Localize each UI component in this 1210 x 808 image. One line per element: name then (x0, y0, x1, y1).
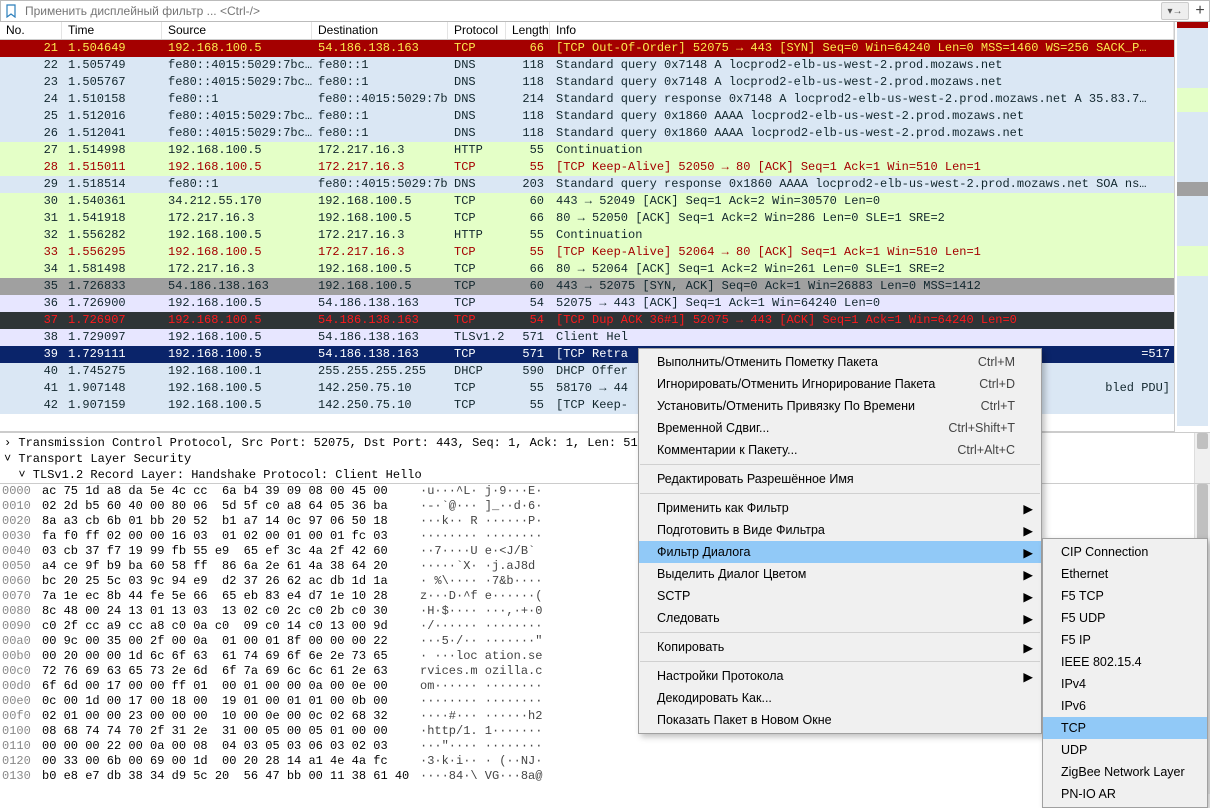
packet-row[interactable]: 331.556295192.168.100.5172.217.16.3TCP55… (0, 244, 1174, 261)
packet-row[interactable]: 271.514998192.168.100.5172.217.16.3HTTP5… (0, 142, 1174, 159)
submenu-item[interactable]: F5 TCP (1043, 585, 1207, 607)
context-menu-item[interactable]: Применить как Фильтр▶ (639, 497, 1041, 519)
packet-row[interactable]: 381.729097192.168.100.554.186.138.163TLS… (0, 329, 1174, 346)
packet-row[interactable]: 221.505749fe80::4015:5029:7bc…fe80::1DNS… (0, 57, 1174, 74)
hex-row[interactable]: 011000 00 00 22 00 0a 00 08 04 03 05 03 … (2, 739, 1208, 754)
submenu-item[interactable]: ZigBee Network Layer (1043, 761, 1207, 783)
packet-row[interactable]: 341.581498172.217.16.3192.168.100.5TCP66… (0, 261, 1174, 278)
packet-row[interactable]: 301.54036134.212.55.170192.168.100.5TCP6… (0, 193, 1174, 210)
submenu-item[interactable]: IEEE 802.15.4 (1043, 651, 1207, 673)
packet-row[interactable]: 291.518514fe80::1fe80::4015:5029:7bc…DNS… (0, 176, 1174, 193)
submenu-item[interactable]: UDP (1043, 739, 1207, 761)
context-menu-item[interactable]: Подготовить в Виде Фильтра▶ (639, 519, 1041, 541)
packet-row[interactable]: 261.512041fe80::4015:5029:7bc…fe80::1DNS… (0, 125, 1174, 142)
context-menu-item[interactable]: Редактировать Разрешённое Имя (639, 468, 1041, 490)
bookmark-icon[interactable] (1, 1, 21, 21)
submenu-item[interactable]: IPv4 (1043, 673, 1207, 695)
context-menu-item[interactable]: Настройки Протокола▶ (639, 665, 1041, 687)
col-info[interactable]: Info (550, 22, 1174, 39)
col-no[interactable]: No. (0, 22, 62, 39)
context-menu-item[interactable]: Выделить Диалог Цветом▶ (639, 563, 1041, 585)
filter-apply-button[interactable]: ▾→ (1161, 2, 1189, 20)
packet-row[interactable]: 361.726900192.168.100.554.186.138.163TCP… (0, 295, 1174, 312)
context-menu-item[interactable]: Показать Пакет в Новом Окне (639, 709, 1041, 731)
packet-context-menu: Выполнить/Отменить Пометку ПакетаCtrl+MИ… (638, 348, 1042, 734)
context-menu-item[interactable]: Временной Сдвиг...Ctrl+Shift+T (639, 417, 1041, 439)
col-src[interactable]: Source (162, 22, 312, 39)
filter-add-button[interactable]: + (1191, 2, 1209, 20)
col-dst[interactable]: Destination (312, 22, 448, 39)
packet-row[interactable]: 281.515011192.168.100.5172.217.16.3TCP55… (0, 159, 1174, 176)
packet-list-header: No. Time Source Destination Protocol Len… (0, 22, 1174, 40)
packet-minimap[interactable] (1174, 22, 1210, 432)
packet-row[interactable]: 251.512016fe80::4015:5029:7bc…fe80::1DNS… (0, 108, 1174, 125)
context-menu-item[interactable]: Копировать▶ (639, 636, 1041, 658)
context-menu-item[interactable]: Выполнить/Отменить Пометку ПакетаCtrl+M (639, 351, 1041, 373)
hex-row[interactable]: 012000 33 00 6b 00 69 00 1d 00 20 28 14 … (2, 754, 1208, 769)
context-menu-item[interactable]: Следовать▶ (639, 607, 1041, 629)
submenu-item[interactable]: IPv6 (1043, 695, 1207, 717)
packet-row[interactable]: 211.504649192.168.100.554.186.138.163TCP… (0, 40, 1174, 57)
context-menu-item[interactable]: Фильтр Диалога▶ (639, 541, 1041, 563)
packet-row[interactable]: 371.726907192.168.100.554.186.138.163TCP… (0, 312, 1174, 329)
packet-row[interactable]: 311.541918172.217.16.3192.168.100.5TCP66… (0, 210, 1174, 227)
submenu-item[interactable]: F5 IP (1043, 629, 1207, 651)
col-len[interactable]: Length (506, 22, 550, 39)
conversation-filter-submenu: CIP ConnectionEthernetF5 TCPF5 UDPF5 IPI… (1042, 538, 1208, 808)
details-scrollbar[interactable] (1194, 433, 1210, 483)
submenu-item[interactable]: Ethernet (1043, 563, 1207, 585)
submenu-item[interactable]: TCP (1043, 717, 1207, 739)
submenu-item[interactable]: F5 UDP (1043, 607, 1207, 629)
col-time[interactable]: Time (62, 22, 162, 39)
context-menu-item[interactable]: Игнорировать/Отменить Игнорирование Паке… (639, 373, 1041, 395)
context-menu-item[interactable]: SCTP▶ (639, 585, 1041, 607)
col-proto[interactable]: Protocol (448, 22, 506, 39)
packet-row[interactable]: 351.72683354.186.138.163192.168.100.5TCP… (0, 278, 1174, 295)
submenu-item[interactable]: PN-IO AR (1043, 783, 1207, 805)
packet-row[interactable]: 231.505767fe80::4015:5029:7bc…fe80::1DNS… (0, 74, 1174, 91)
context-menu-item[interactable]: Декодировать Как... (639, 687, 1041, 709)
packet-row[interactable]: 321.556282192.168.100.5172.217.16.3HTTP5… (0, 227, 1174, 244)
display-filter-input[interactable] (21, 2, 1161, 20)
display-filter-bar: ▾→ + (0, 0, 1210, 22)
hex-row[interactable]: 0130b0 e8 e7 db 38 34 d9 5c 20 56 47 bb … (2, 769, 1208, 784)
packet-row[interactable]: 241.510158fe80::1fe80::4015:5029:7bc…DNS… (0, 91, 1174, 108)
context-menu-item[interactable]: Комментарии к Пакету...Ctrl+Alt+C (639, 439, 1041, 461)
submenu-item[interactable]: CIP Connection (1043, 541, 1207, 563)
context-menu-item[interactable]: Установить/Отменить Привязку По ВремениC… (639, 395, 1041, 417)
